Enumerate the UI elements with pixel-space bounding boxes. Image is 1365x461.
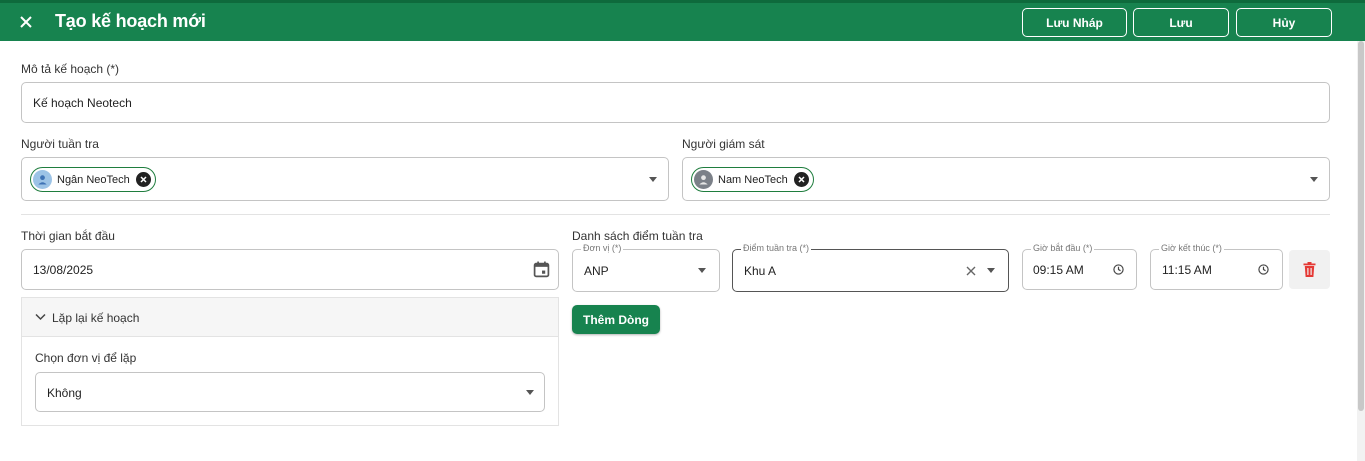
chip-close-icon [798, 176, 805, 183]
chevron-down-icon[interactable] [987, 268, 995, 273]
repeat-plan-panel: Lặp lại kế hoạch Chọn đơn vị để lặp Khôn… [21, 297, 559, 426]
supervisor-chip: Nam NeoTech [691, 167, 814, 192]
supervisor-label: Người giám sát [682, 137, 765, 151]
chip-close-icon [140, 176, 147, 183]
supervisor-chip-label: Nam NeoTech [718, 173, 788, 186]
repeat-unit-label: Chọn đơn vị để lặp [35, 351, 137, 365]
person-icon [38, 175, 47, 185]
supervisor-select[interactable]: Nam NeoTech [682, 157, 1330, 201]
checkpoints-title: Danh sách điểm tuần tra [572, 229, 703, 243]
patroller-label: Người tuần tra [21, 137, 99, 151]
chip-close-button[interactable] [793, 172, 809, 187]
checkpoint-value: Khu A [744, 264, 777, 278]
checkpoint-select[interactable]: Khu A [732, 249, 1009, 292]
checkpoint-label: Điểm tuần tra (*) [741, 243, 812, 253]
chevron-down-icon [35, 313, 46, 321]
patroller-select[interactable]: Ngân NeoTech [21, 157, 669, 201]
clock-icon[interactable] [1113, 264, 1124, 275]
unit-value: ANP [584, 264, 609, 278]
repeat-unit-select[interactable]: Không [35, 372, 545, 412]
chevron-down-icon[interactable] [649, 177, 657, 182]
end-hour-input[interactable]: 11:15 AM [1150, 249, 1283, 290]
cancel-button[interactable]: Hủy [1236, 8, 1332, 37]
header-bar: Tạo kế hoạch mới Lưu Nháp Lưu Hủy [0, 0, 1365, 41]
description-value: Kế hoạch Neotech [33, 96, 132, 110]
person-icon [699, 175, 708, 185]
chevron-down-icon[interactable] [526, 390, 534, 395]
start-time-label: Thời gian bắt đầu [21, 229, 115, 243]
description-label: Mô tả kế hoạch (*) [21, 62, 120, 76]
calendar-icon[interactable] [533, 261, 550, 278]
patroller-chip: Ngân NeoTech [30, 167, 156, 192]
close-icon [20, 16, 32, 28]
trash-icon [1303, 262, 1316, 277]
end-hour-value: 11:15 AM [1162, 263, 1212, 277]
page-title: Tạo kế hoạch mới [55, 11, 206, 31]
start-date-value: 13/08/2025 [33, 263, 94, 277]
end-hour-label: Giờ kết thúc (*) [1159, 243, 1224, 253]
scrollbar[interactable] [1357, 41, 1365, 461]
scrollbar-thumb[interactable] [1358, 41, 1364, 411]
chevron-down-icon[interactable] [698, 268, 706, 273]
unit-select[interactable]: ANP [572, 249, 720, 292]
start-date-input[interactable]: 13/08/2025 [21, 249, 559, 290]
unit-label: Đơn vị (*) [581, 243, 624, 253]
start-hour-input[interactable]: 09:15 AM [1022, 249, 1137, 290]
chip-close-button[interactable] [135, 172, 151, 187]
save-button[interactable]: Lưu [1133, 8, 1229, 37]
add-row-button[interactable]: Thêm Dòng [572, 305, 660, 334]
start-hour-value: 09:15 AM [1033, 263, 1084, 277]
clear-icon[interactable] [966, 266, 976, 276]
avatar [33, 170, 52, 189]
avatar [694, 170, 713, 189]
close-button[interactable] [14, 10, 38, 34]
description-input[interactable]: Kế hoạch Neotech [21, 82, 1330, 123]
repeat-plan-title: Lặp lại kế hoạch [52, 311, 140, 325]
chevron-down-icon[interactable] [1310, 177, 1318, 182]
start-hour-label: Giờ bắt đầu (*) [1031, 243, 1095, 253]
repeat-unit-value: Không [47, 386, 82, 400]
patroller-chip-label: Ngân NeoTech [57, 173, 130, 186]
delete-row-button[interactable] [1289, 250, 1330, 289]
section-divider [21, 214, 1330, 215]
repeat-plan-toggle[interactable]: Lặp lại kế hoạch [22, 298, 558, 337]
save-draft-button[interactable]: Lưu Nháp [1022, 8, 1127, 37]
clock-icon[interactable] [1258, 264, 1269, 275]
